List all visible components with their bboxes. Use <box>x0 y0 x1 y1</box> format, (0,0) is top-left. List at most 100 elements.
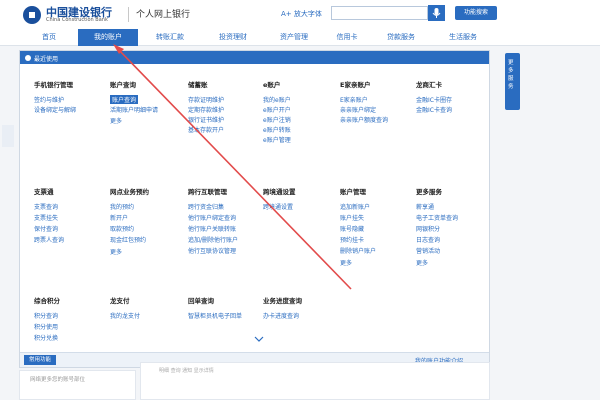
col-title: 手机银行管理 <box>34 81 73 89</box>
menu-link[interactable]: 跨票人查询 <box>34 235 64 244</box>
col-title: 龙商汇卡 <box>416 81 442 89</box>
menu-link[interactable]: 我的预约 <box>110 202 134 211</box>
bank-page: 中国建设银行 China Construction Bank 个人网上银行 A+… <box>0 0 600 400</box>
nav-transfer[interactable]: 转账汇款 <box>138 29 202 46</box>
menu-link[interactable]: e账户管理 <box>263 135 291 144</box>
menu-link[interactable]: 支票挂失 <box>34 213 58 222</box>
col-title: 跨境通设置 <box>263 188 296 196</box>
col-title: 综合积分 <box>34 297 60 305</box>
recent-label: 最近使用 <box>34 56 59 63</box>
more-link[interactable]: 更多 <box>340 258 352 267</box>
menu-link[interactable]: 亲亲账户绑定 <box>340 105 376 114</box>
quick-function-button[interactable]: 常用功能 <box>24 355 56 365</box>
col-title: 跨行互联管理 <box>188 188 227 196</box>
menu-link[interactable]: 网银积分 <box>416 224 440 233</box>
col-title: E家亲账户 <box>340 81 371 89</box>
recent-bar: 最近使用 <box>20 51 489 64</box>
col-title: 储蓄账 <box>188 81 208 89</box>
chevron-down-icon[interactable] <box>254 336 264 343</box>
more-services-tab[interactable]: 更多服务 <box>505 53 520 110</box>
menu-link[interactable]: 他行账户绑定查询 <box>188 213 236 222</box>
bottom-right-card: 明细 查询 通知 显示详情 <box>140 362 490 400</box>
account-menu-panel: 最近使用 手机银行管理 签约与维护 设备绑定与解绑 账户查询 账户查询 活期账户… <box>19 50 490 368</box>
menu-link[interactable]: 存款证明维护 <box>188 95 224 104</box>
nav-credit-card[interactable]: 信用卡 <box>324 29 370 46</box>
menu-link[interactable]: 跨行资金归集 <box>188 202 224 211</box>
menu-link[interactable]: 基本存款开户 <box>188 125 224 134</box>
menu-link[interactable]: 电子工资单查询 <box>416 213 458 222</box>
more-services-label: 更多服务 <box>508 60 514 90</box>
menu-link[interactable]: 账号隐藏 <box>340 224 364 233</box>
nav-life[interactable]: 生活服务 <box>432 29 494 46</box>
nav-my-account[interactable]: 我的账户 <box>78 29 138 46</box>
more-link[interactable]: 更多 <box>110 247 122 256</box>
menu-link[interactable]: 删除销户账户 <box>340 246 376 255</box>
menu-link[interactable]: 积分查询 <box>34 311 58 320</box>
menu-link[interactable]: 追加新账户 <box>340 202 370 211</box>
menu-link[interactable]: 他行账户关联转账 <box>188 224 236 233</box>
menu-link[interactable]: 追加/删除他行账户 <box>188 235 238 244</box>
more-link[interactable]: 更多 <box>110 116 122 125</box>
menu-link[interactable]: 保付查询 <box>34 224 58 233</box>
main-nav: 首页 我的账户 转账汇款 投资理财 资产管理 信用卡 贷款服务 生活服务 <box>0 29 600 46</box>
header-divider <box>128 7 129 22</box>
menu-link[interactable]: 设备绑定与解绑 <box>34 105 76 114</box>
menu-link[interactable]: 现金红包预约 <box>110 235 146 244</box>
menu-link[interactable]: 日志查询 <box>416 235 440 244</box>
menu-link[interactable]: 金融IC卡查询 <box>416 105 452 114</box>
menu-link[interactable]: 薪享通 <box>416 202 434 211</box>
menu-link[interactable]: 取款预约 <box>110 224 134 233</box>
menu-link[interactable]: 账户挂失 <box>340 213 364 222</box>
microphone-icon <box>432 8 441 18</box>
col-title: 支票通 <box>34 188 54 196</box>
menu-link[interactable]: 新开户 <box>110 213 128 222</box>
nav-assets[interactable]: 资产管理 <box>264 29 324 46</box>
function-search-button[interactable]: 功能搜索 <box>455 6 497 20</box>
menu-link[interactable]: 办卡进度查询 <box>263 311 299 320</box>
menu-link[interactable]: 积分兑换 <box>34 333 58 342</box>
col-title: 更多服务 <box>416 188 442 196</box>
menu-link[interactable]: e账户开户 <box>263 105 291 114</box>
menu-link[interactable]: 银行证书维护 <box>188 115 224 124</box>
col-title: 龙支付 <box>110 297 130 305</box>
menu-link[interactable]: 智慧柜员机电子回单 <box>188 311 242 320</box>
menu-link[interactable]: 他行互联协议管理 <box>188 246 236 255</box>
menu-link[interactable]: 活期账户明细申请 <box>110 105 158 114</box>
menu-link[interactable]: 我的e账户 <box>263 95 291 104</box>
col-title: 业务进度查询 <box>263 297 302 305</box>
col-title: 网点业务预约 <box>110 188 149 196</box>
menu-link[interactable]: e账户注销 <box>263 115 291 124</box>
search-input[interactable] <box>331 6 428 20</box>
recent-icon <box>25 55 31 61</box>
header: 中国建设银行 China Construction Bank 个人网上银行 A+… <box>0 0 600 29</box>
menu-link[interactable]: e账户转账 <box>263 125 291 134</box>
col-title: 账户查询 <box>110 81 136 89</box>
ccb-logo-icon <box>23 6 41 24</box>
font-size-toggle[interactable]: A+ 放大字体 <box>281 9 322 19</box>
menu-link[interactable]: 支票查询 <box>34 202 58 211</box>
menu-link[interactable]: 营销活动 <box>416 246 440 255</box>
col-title: 账户管理 <box>340 188 366 196</box>
menu-link[interactable]: 定期存款维护 <box>188 105 224 114</box>
left-side-tab[interactable] <box>2 125 14 147</box>
nav-loans[interactable]: 贷款服务 <box>370 29 432 46</box>
nav-home[interactable]: 首页 <box>20 29 78 46</box>
voice-search-button[interactable] <box>428 5 445 21</box>
menu-link-account-query[interactable]: 账户查询 <box>110 95 139 104</box>
bottom-left-card: 网络更多您的账号部位 <box>19 370 136 400</box>
menu-link[interactable]: 跨境通设置 <box>263 202 293 211</box>
menu-link[interactable]: E家亲账户 <box>340 95 368 104</box>
menu-link[interactable]: 我的龙支付 <box>110 311 140 320</box>
menu-link[interactable]: 预约挂卡 <box>340 235 364 244</box>
bottom-left-text: 网络更多您的账号部位 <box>30 377 86 383</box>
col-title: 回单查询 <box>188 297 214 305</box>
menu-link[interactable]: 积分使用 <box>34 322 58 331</box>
nav-invest[interactable]: 投资理财 <box>202 29 264 46</box>
menu-link[interactable]: 亲亲账户额度查询 <box>340 115 388 124</box>
more-link[interactable]: 更多 <box>416 258 428 267</box>
bottom-right-text: 明细 查询 通知 显示详情 <box>159 368 214 374</box>
col-title: e账户 <box>263 81 281 89</box>
bank-name-en: China Construction Bank <box>46 17 108 23</box>
menu-link[interactable]: 签约与维护 <box>34 95 64 104</box>
menu-link[interactable]: 金融IC卡圈存 <box>416 95 452 104</box>
